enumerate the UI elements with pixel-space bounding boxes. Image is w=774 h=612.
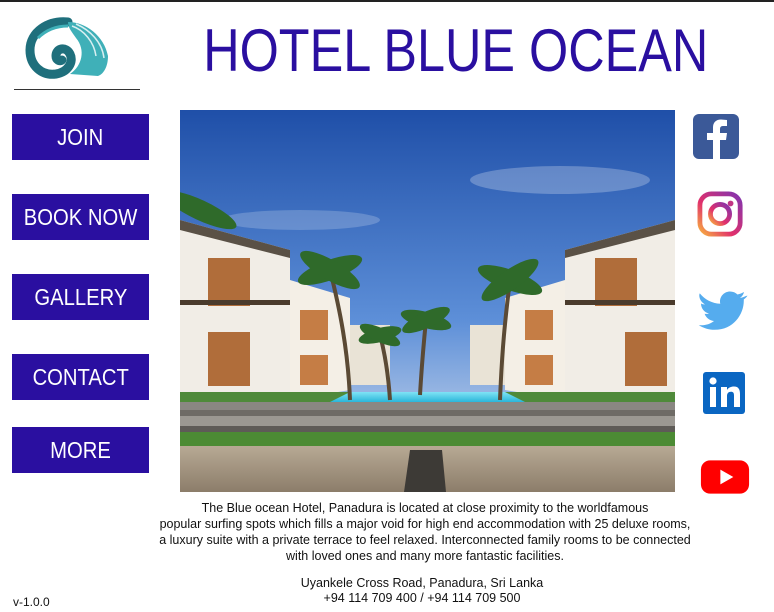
- book-now-button-label: BOOK NOW: [23, 203, 138, 230]
- description-line: with loved ones and many more fantastic …: [286, 549, 564, 563]
- book-now-button[interactable]: BOOK NOW: [12, 194, 149, 240]
- gallery-button-label: GALLERY: [33, 283, 128, 310]
- phone-numbers: +94 114 709 400 / +94 114 709 500: [323, 591, 521, 605]
- logo-divider: [14, 89, 140, 90]
- contact-button[interactable]: CONTACT: [12, 354, 149, 400]
- more-button-label: MORE: [50, 436, 111, 463]
- contact-address: Uyankele Cross Road, Panadura, Sri Lanka…: [222, 576, 622, 606]
- gallery-button[interactable]: GALLERY: [12, 274, 149, 320]
- join-button-label: JOIN: [57, 123, 104, 150]
- contact-button-label: CONTACT: [32, 363, 129, 390]
- version-label: v-1.0.0: [13, 595, 50, 609]
- join-button[interactable]: JOIN: [12, 114, 149, 160]
- page-title: HOTEL BLUE OCEAN: [203, 17, 709, 84]
- top-border: [0, 0, 774, 2]
- street-address: Uyankele Cross Road, Panadura, Sri Lanka: [300, 576, 544, 590]
- youtube-icon[interactable]: [700, 454, 750, 500]
- description-line: The Blue ocean Hotel, Panadura is locate…: [201, 501, 649, 515]
- facebook-icon[interactable]: [692, 113, 742, 159]
- description-line: popular surfing spots which fills a majo…: [159, 517, 691, 531]
- nautilus-shell-logo[interactable]: [24, 16, 110, 82]
- description-line: a luxury suite with a private terrace to…: [159, 533, 691, 547]
- twitter-icon[interactable]: [698, 287, 748, 333]
- linkedin-icon[interactable]: [700, 370, 750, 416]
- hotel-photo: [180, 110, 675, 492]
- more-button[interactable]: MORE: [12, 427, 149, 473]
- instagram-icon[interactable]: [696, 191, 746, 237]
- hotel-description: The Blue ocean Hotel, Panadura is locate…: [150, 500, 700, 564]
